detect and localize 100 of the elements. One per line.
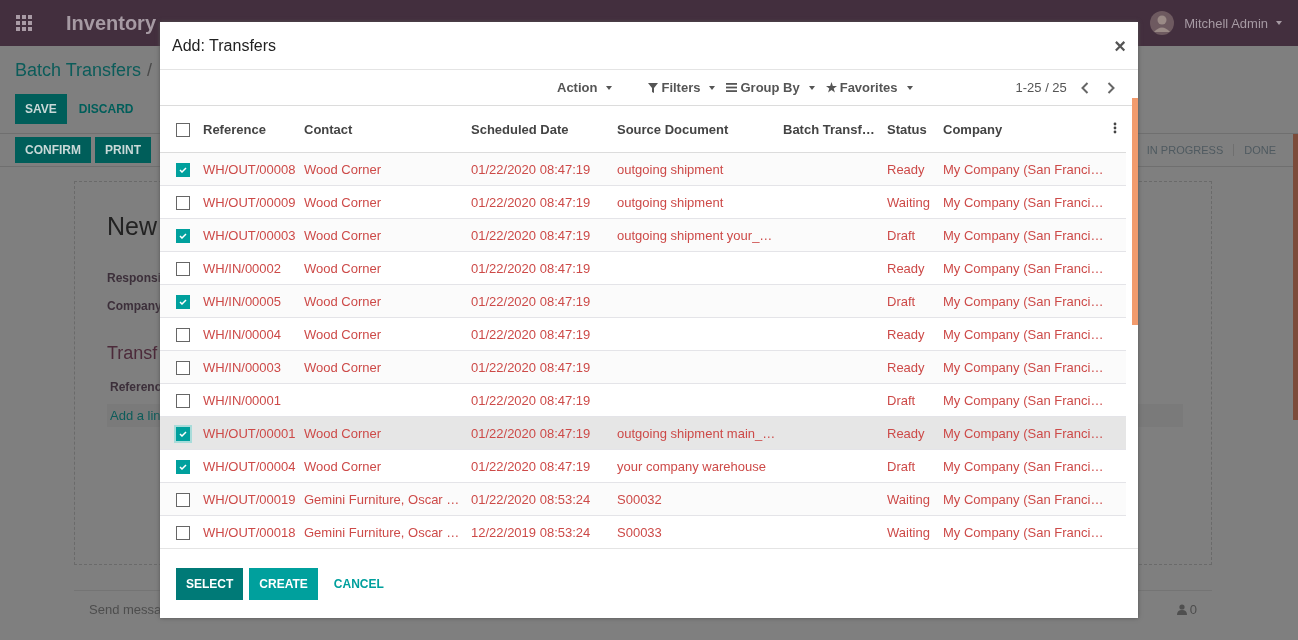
table-cell: Wood Corner <box>304 293 382 309</box>
table-cell: outgoing shipment main_… <box>617 425 776 441</box>
table-cell: WH/OUT/00009 <box>203 194 296 210</box>
row-checkbox[interactable] <box>176 294 190 309</box>
table-cell: My Company (San Franci… <box>943 194 1104 210</box>
check-icon <box>179 298 187 305</box>
table-cell: Wood Corner <box>304 326 382 342</box>
more-options-icon[interactable] <box>1113 121 1117 134</box>
column-header[interactable]: Status <box>887 121 927 137</box>
app-name: Inventory <box>66 11 157 35</box>
column-header[interactable]: Source Document <box>617 121 729 137</box>
group-by-dropdown[interactable]: Group By <box>726 80 815 95</box>
caret-icon <box>1276 21 1282 25</box>
action-dropdown[interactable]: Action <box>557 80 613 95</box>
row-checkbox[interactable] <box>176 228 190 243</box>
column-header: Referenc <box>110 380 162 394</box>
table-cell: 01/22/2020 08:47:19 <box>471 227 591 243</box>
table-cell: WH/IN/00004 <box>203 326 282 342</box>
row-checkbox[interactable] <box>176 459 190 474</box>
row-checkbox[interactable] <box>176 426 190 441</box>
scrollbar[interactable] <box>1132 98 1138 325</box>
table-cell: My Company (San Franci… <box>943 161 1104 177</box>
table-cell: 01/22/2020 08:47:19 <box>471 161 591 177</box>
table-cell: Ready <box>887 326 925 342</box>
table-cell: Draft <box>887 227 916 243</box>
person-icon <box>1176 603 1187 615</box>
filters-dropdown[interactable]: Filters <box>648 80 716 95</box>
table-cell: 01/22/2020 08:47:19 <box>471 392 591 408</box>
table-cell: 01/22/2020 08:47:19 <box>471 359 591 375</box>
action-button[interactable]: CONFIRM <box>15 137 91 163</box>
table-cell: My Company (San Franci… <box>943 260 1104 276</box>
table-cell: My Company (San Franci… <box>943 227 1104 243</box>
table-cell: Wood Corner <box>304 227 382 243</box>
table-cell: Ready <box>887 260 925 276</box>
table-cell: My Company (San Franci… <box>943 326 1104 342</box>
check-icon <box>179 463 187 470</box>
table-cell: Draft <box>887 458 916 474</box>
table-cell: WH/OUT/00004 <box>203 458 296 474</box>
table-cell: S00033 <box>617 524 662 540</box>
table-cell: Ready <box>887 161 925 177</box>
table-cell: My Company (San Franci… <box>943 458 1104 474</box>
row-checkbox[interactable] <box>176 327 190 342</box>
table-cell: Wood Corner <box>304 359 382 375</box>
table-cell: WH/OUT/00003 <box>203 227 296 243</box>
row-checkbox[interactable] <box>176 525 190 540</box>
filter-icon <box>648 82 659 93</box>
table-cell: My Company (San Franci… <box>943 359 1104 375</box>
next-page-icon[interactable] <box>1106 81 1115 94</box>
select-all-checkbox[interactable] <box>176 122 190 137</box>
apps-menu-icon[interactable] <box>16 15 32 31</box>
table-cell: Waiting <box>887 524 930 540</box>
column-header[interactable]: Reference <box>203 121 266 137</box>
row-checkbox[interactable] <box>176 393 190 408</box>
table-cell: My Company (San Franci… <box>943 293 1104 309</box>
check-icon <box>179 232 187 239</box>
column-header[interactable]: Company <box>943 121 1003 137</box>
check-icon <box>179 166 187 173</box>
table-cell: WH/IN/00003 <box>203 359 282 375</box>
table-cell: My Company (San Franci… <box>943 491 1104 507</box>
form-button[interactable]: SAVE <box>15 94 67 124</box>
table-cell: outgoing shipment your_… <box>617 227 773 243</box>
table-cell: Waiting <box>887 491 930 507</box>
table-cell: WH/IN/00001 <box>203 392 282 408</box>
close-button[interactable]: × <box>1114 35 1126 56</box>
table-cell: WH/OUT/00008 <box>203 161 296 177</box>
table-cell: WH/OUT/00019 <box>203 491 296 507</box>
table-cell: My Company (San Franci… <box>943 392 1104 408</box>
column-header[interactable]: Contact <box>304 121 353 137</box>
column-header[interactable]: Scheduled Date <box>471 121 569 137</box>
previous-page-icon[interactable] <box>1080 81 1089 94</box>
row-checkbox[interactable] <box>176 195 190 210</box>
field-label: Company <box>107 299 162 313</box>
record-title: New <box>107 212 157 241</box>
table-cell: 01/22/2020 08:47:19 <box>471 326 591 342</box>
list-icon <box>726 83 738 92</box>
table-cell: 01/22/2020 08:47:19 <box>471 293 591 309</box>
table-cell: WH/OUT/00001 <box>203 425 296 441</box>
row-checkbox[interactable] <box>176 162 190 177</box>
table-cell: 01/22/2020 08:47:19 <box>471 458 591 474</box>
pager-value: 1-25 / 25 <box>1015 80 1067 95</box>
table-cell: Draft <box>887 293 916 309</box>
table-cell: WH/IN/00005 <box>203 293 282 309</box>
table-cell: S00032 <box>617 491 662 507</box>
user-menu[interactable]: Mitchell Admin <box>1184 15 1268 31</box>
table-cell: Wood Corner <box>304 425 382 441</box>
table-cell: Wood Corner <box>304 458 382 474</box>
row-checkbox[interactable] <box>176 261 190 276</box>
table-cell: My Company (San Franci… <box>943 425 1104 441</box>
check-icon <box>179 430 187 437</box>
favorites-dropdown[interactable]: Favorites <box>825 80 913 95</box>
breadcrumb-separator: / <box>147 60 153 80</box>
dialog-title: Add: Transfers <box>172 36 277 55</box>
column-header[interactable]: Batch Transf… <box>783 121 875 137</box>
scrollbar[interactable] <box>1293 134 1298 420</box>
dialog-button[interactable]: SELECT <box>176 567 244 600</box>
table-cell: your company warehouse <box>617 458 766 474</box>
row-checkbox[interactable] <box>176 492 190 507</box>
row-checkbox[interactable] <box>176 360 190 375</box>
table-cell: outgoing shipment <box>617 161 724 177</box>
action-button[interactable]: PRINT <box>95 137 151 163</box>
